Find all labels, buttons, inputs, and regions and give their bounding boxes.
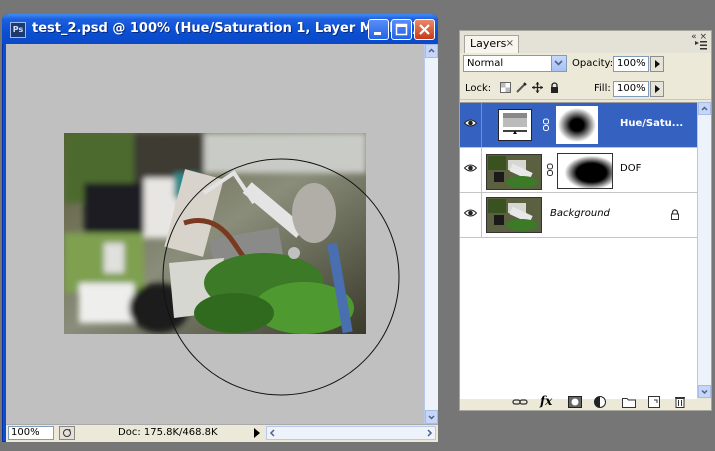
selection-circle: [162, 158, 400, 396]
document-status-bar: 100% Doc: 175.8K/468.8K: [6, 424, 438, 442]
eye-icon: [464, 119, 477, 127]
document-titlebar[interactable]: Ps test_2.psd @ 100% (Hue/Saturation 1, …: [2, 14, 438, 44]
fill-label: Fill:: [594, 83, 611, 94]
layer-image-thumbnail[interactable]: [486, 154, 542, 190]
document-title: test_2.psd @ 100% (Hue/Saturation 1, Lay…: [32, 21, 418, 36]
new-layer-icon[interactable]: [648, 396, 660, 408]
layer-visibility-toggle[interactable]: [460, 148, 482, 192]
eye-icon: [464, 164, 477, 172]
blend-mode-dropdown-button[interactable]: [551, 56, 566, 71]
add-mask-icon[interactable]: [568, 396, 582, 408]
layers-scrollbar[interactable]: [697, 102, 711, 398]
lock-label: Lock:: [465, 83, 492, 94]
layer-row-hue-saturation[interactable]: Hue/Satu...: [460, 103, 697, 148]
document-vertical-scrollbar[interactable]: [424, 44, 438, 424]
layer-lock-icon: [671, 209, 679, 220]
fill-slider-button[interactable]: [650, 81, 664, 97]
document-window[interactable]: Ps test_2.psd @ 100% (Hue/Saturation 1, …: [2, 14, 438, 442]
adjustment-layer-thumbnail[interactable]: [498, 109, 532, 141]
lock-all-icon[interactable]: [549, 82, 560, 93]
lock-position-icon[interactable]: [532, 82, 543, 93]
arrows-cycle-icon: [63, 429, 71, 437]
new-group-icon[interactable]: [622, 396, 636, 408]
chevron-right-icon[interactable]: [424, 428, 434, 438]
layers-panel: Layers × « × Normal Opacity: 100% Lock: …: [459, 30, 712, 411]
document-size-info: Doc: 175.8K/468.8K: [118, 427, 218, 438]
opacity-input[interactable]: 100%: [613, 56, 649, 72]
layer-row-background[interactable]: Background: [460, 193, 697, 238]
blend-mode-select[interactable]: Normal: [463, 55, 567, 72]
status-menu-arrow-icon[interactable]: [252, 427, 262, 439]
lock-image-pixels-icon[interactable]: [516, 82, 527, 93]
close-icon: [419, 24, 430, 35]
layers-bottom-toolbar: fx: [460, 394, 711, 410]
zoom-level-field[interactable]: 100%: [8, 426, 54, 440]
layers-tab-bar: Layers × « ×: [460, 31, 711, 53]
scroll-up-button[interactable]: [425, 44, 438, 58]
layer-mask-thumbnail[interactable]: [556, 106, 598, 144]
mask-link-icon[interactable]: [542, 118, 550, 132]
play-arrow-icon: [655, 60, 660, 68]
photoshop-app-icon: Ps: [10, 22, 26, 38]
fx-icon[interactable]: fx: [540, 394, 552, 408]
chevron-down-icon: [428, 415, 435, 420]
layers-scroll-down-button[interactable]: [698, 385, 711, 398]
mask-link-icon[interactable]: [546, 163, 554, 177]
scroll-down-button[interactable]: [425, 410, 438, 424]
lock-row: Lock: Fill: 100%: [460, 77, 711, 100]
layers-scroll-up-button[interactable]: [698, 102, 711, 115]
blend-mode-value: Normal: [467, 58, 504, 69]
chevron-down-icon: [701, 389, 708, 395]
play-arrow-icon: [655, 85, 660, 93]
status-options-button[interactable]: [59, 426, 75, 440]
chevron-down-icon: [554, 60, 563, 66]
layer-image-thumbnail[interactable]: [486, 197, 542, 233]
layer-name-background[interactable]: Background: [550, 208, 610, 219]
fill-input[interactable]: 100%: [613, 81, 649, 97]
layer-visibility-toggle[interactable]: [460, 193, 482, 237]
blend-row: Normal Opacity: 100%: [460, 53, 711, 75]
tab-layers-label: Layers: [470, 37, 507, 50]
chevron-up-icon: [701, 106, 708, 111]
maximize-icon: [395, 23, 408, 36]
link-layers-icon[interactable]: [512, 396, 528, 408]
document-horizontal-scrollbar[interactable]: [266, 426, 436, 440]
chevron-up-icon: [428, 48, 435, 53]
canvas-area[interactable]: [6, 44, 424, 424]
lock-transparent-pixels-icon[interactable]: [500, 82, 511, 93]
panel-menu-icon[interactable]: [695, 41, 707, 51]
layers-list[interactable]: Hue/Satu... DOF Background: [460, 102, 697, 399]
chevron-left-icon[interactable]: [268, 428, 278, 438]
trash-icon[interactable]: [674, 396, 686, 408]
minimize-icon: [374, 32, 381, 35]
eye-icon: [464, 209, 477, 217]
tab-close-icon[interactable]: ×: [506, 36, 514, 52]
layer-row-dof[interactable]: DOF: [460, 148, 697, 193]
layer-name-hue-saturation[interactable]: Hue/Satu...: [620, 118, 683, 129]
close-button[interactable]: [414, 19, 435, 40]
opacity-label: Opacity:: [572, 58, 614, 69]
maximize-button[interactable]: [391, 19, 412, 40]
opacity-slider-button[interactable]: [650, 56, 664, 72]
layer-visibility-toggle[interactable]: [460, 103, 482, 147]
tab-layers[interactable]: Layers ×: [464, 35, 519, 53]
layer-mask-thumbnail[interactable]: [557, 153, 613, 189]
adjustment-layer-icon[interactable]: [594, 396, 608, 408]
minimize-button[interactable]: [368, 19, 389, 40]
layer-name-dof[interactable]: DOF: [620, 163, 641, 174]
